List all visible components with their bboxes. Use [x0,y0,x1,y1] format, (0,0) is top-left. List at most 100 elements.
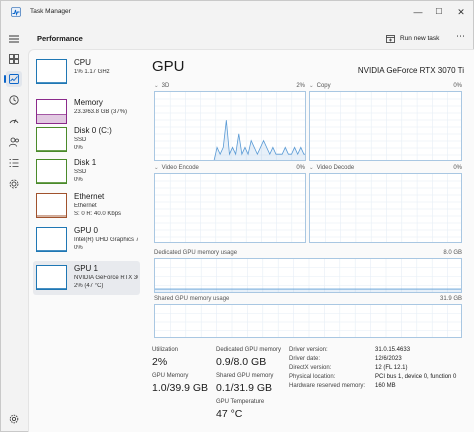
device-detail-line-2: 0% [74,144,83,151]
gpu-temperature-value: 47 °C [216,408,243,420]
device-detail-line-2: 0% [74,244,83,251]
device-item-ethernet[interactable]: Ethernet Ethernet S: 0 R: 40.0 Kbps [33,189,140,223]
graph-video-encode [154,173,306,243]
engine-video-encode-value: 0% [296,165,305,171]
chevron-down-icon: ⌄ [154,165,159,171]
device-detail-line-1: SSD [74,169,87,175]
device-name: Disk 1 [74,158,97,167]
graph-shared-memory [154,304,462,338]
graph-video-decode [309,173,462,243]
device-name: GPU 0 [74,226,99,235]
engine-video-decode-name: Video Decode [316,165,355,171]
driver-version-label: Driver version: [289,347,328,353]
engine-3d-value: 2% [296,83,305,89]
more-options-button[interactable]: ⋯ [456,31,465,42]
engine-copy-value: 0% [453,83,462,89]
device-name: Disk 0 (C:) [74,126,112,135]
device-thumbnail-graph [36,265,67,290]
driver-date-label: Driver date: [289,356,321,362]
task-manager-window: Task Manager — ☐ ✕ Performance Run new t… [0,0,474,432]
engine-copy-label[interactable]: ⌄ Copy [309,83,331,89]
device-item-gpu-0[interactable]: GPU 0 Intel(R) UHD Graphics 7700% [33,223,140,257]
directx-version-value: 12 (FL 12.1) [375,365,408,371]
gpu-model-name: NVIDIA GeForce RTX 3070 Ti [357,66,464,75]
graph-copy [309,91,462,161]
shared-gpu-memory-value: 0.1/31.9 GB [216,382,273,394]
close-button[interactable]: ✕ [450,4,472,20]
gpu-memory-value: 1.0/39.9 GB [152,382,209,394]
hamburger-icon[interactable] [6,31,22,47]
engine-3d-name: 3D [161,83,170,89]
services-icon[interactable] [6,176,22,192]
device-detail-line-2: 0% [74,176,83,183]
device-thumbnail-graph [36,127,67,152]
hardware-reserved-memory-label: Hardware reserved memory: [289,383,366,389]
performance-icon[interactable] [4,71,22,87]
dedicated-gpu-memory-label: Dedicated GPU memory [216,347,282,353]
dedicated-memory-usage-label: Dedicated GPU memory usage [154,250,238,256]
device-item-gpu-1[interactable]: GPU 1 NVIDIA GeForce RTX 3070 Ti2% (47 °C… [33,261,140,295]
run-new-task-label: Run new task [400,34,440,42]
details-icon[interactable] [6,155,22,171]
minimize-button[interactable]: — [407,4,429,20]
device-thumbnail-graph [36,159,67,184]
physical-location-value: PCI bus 1, device 0, function 0 [375,374,457,380]
window-title: Task Manager [30,8,71,15]
app-history-icon[interactable] [6,92,22,108]
directx-version-label: DirectX version: [289,365,332,371]
startup-apps-icon[interactable] [6,113,22,129]
device-thumbnail-graph [36,193,67,218]
engine-video-encode-name: Video Encode [161,165,199,171]
engine-video-decode-label[interactable]: ⌄ Video Decode [309,165,354,171]
title-bar: Task Manager — ☐ ✕ [1,1,473,23]
device-item-cpu[interactable]: CPU 1% 1.17 GHz [33,55,140,89]
processes-icon[interactable] [6,51,22,67]
engine-3d-label[interactable]: ⌄ 3D [154,83,169,89]
chevron-down-icon: ⌄ [309,83,314,89]
device-detail-line-2: S: 0 R: 40.0 Kbps [74,210,122,217]
device-detail-line-1: Ethernet [74,203,97,209]
device-detail-line-1: NVIDIA GeForce RTX 3070 Ti [74,275,138,281]
dedicated-memory-max: 8.0 GB [443,250,462,256]
series-dedicated-memory-area [155,289,461,292]
physical-location-label: Physical location: [289,374,336,380]
page-title: Performance [37,34,83,43]
shared-memory-usage-label: Shared GPU memory usage [154,296,230,302]
device-name: CPU [74,58,91,67]
device-thumbnail-graph [36,227,67,252]
utilization-value: 2% [152,356,168,368]
device-thumbnail-graph [36,99,67,124]
settings-icon[interactable] [6,411,22,427]
shared-gpu-memory-label: Shared GPU memory [216,373,274,379]
device-detail-line-2: 2% (47 °C) [74,282,104,289]
chevron-down-icon: ⌄ [154,83,159,89]
device-detail-line-1: 23.3/63.8 GB (37%) [74,109,128,115]
device-detail-line-1: SSD [74,137,87,143]
utilization-label: Utilization [152,347,179,353]
run-new-task-button[interactable]: Run new task [386,31,439,45]
device-detail-line-1: Intel(R) UHD Graphics 770 [74,237,138,243]
users-icon[interactable] [6,134,22,150]
dedicated-gpu-memory-value: 0.9/8.0 GB [216,356,267,368]
device-detail-line-1: 1% 1.17 GHz [74,69,110,75]
device-utilization-fill [37,114,66,123]
engine-video-encode-label[interactable]: ⌄ Video Encode [154,165,199,171]
gpu-heading: GPU [152,58,185,75]
graph-3d [154,91,306,161]
shared-memory-max: 31.9 GB [439,296,462,302]
gpu-temperature-label: GPU Temperature [216,399,265,405]
maximize-button[interactable]: ☐ [428,4,450,20]
device-item-disk-1[interactable]: Disk 1 SSD 0% [33,155,140,189]
device-name: GPU 1 [74,264,99,273]
device-item-disk-0-c[interactable]: Disk 0 (C:) SSD 0% [33,123,140,157]
chevron-down-icon: ⌄ [309,165,314,171]
task-manager-app-icon [11,7,21,17]
engine-video-decode-value: 0% [453,165,462,171]
driver-date-value: 12/6/2023 [375,356,402,362]
device-name: Memory [74,98,103,107]
device-name: Ethernet [74,192,105,201]
driver-version-value: 31.0.15.4633 [375,347,411,353]
device-thumbnail-graph [36,59,67,84]
graph-dedicated-memory [154,258,462,293]
hardware-reserved-memory-value: 160 MB [375,383,396,389]
